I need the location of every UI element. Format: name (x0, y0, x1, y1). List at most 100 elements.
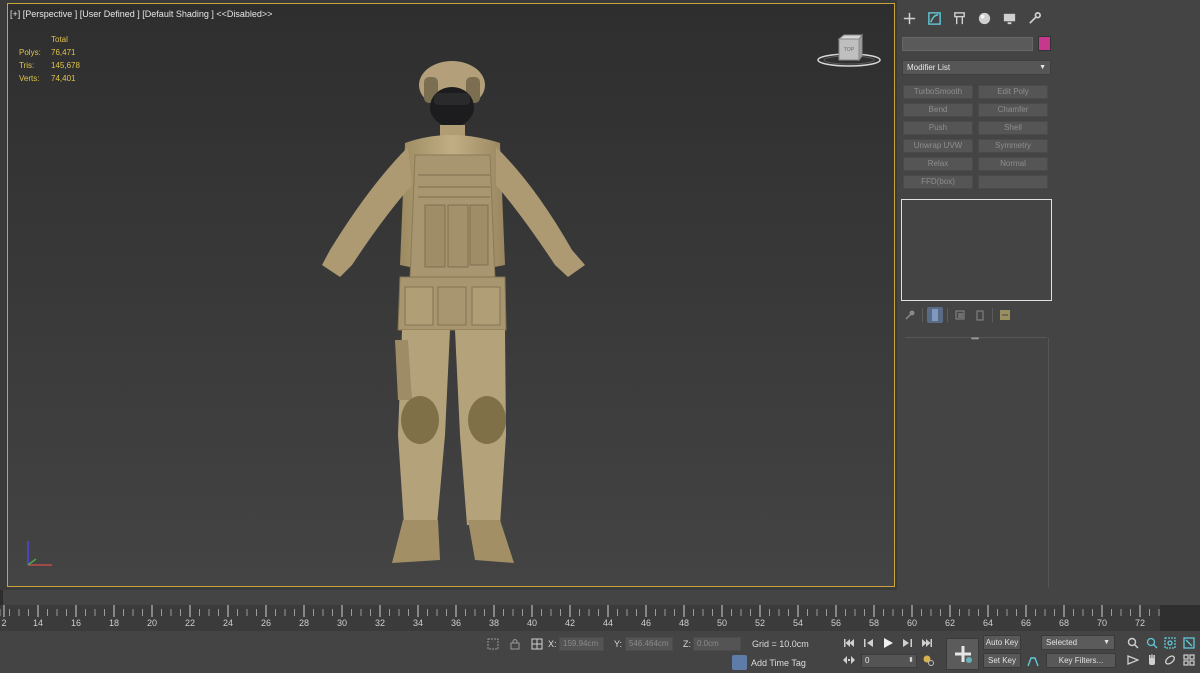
tab-create[interactable] (897, 7, 922, 29)
add-time-tag-button[interactable]: Add Time Tag (732, 655, 806, 670)
grid-size-readout: Grid = 10.0cm (752, 639, 809, 649)
zoom-extents-all-icon[interactable] (1182, 636, 1196, 650)
status-bar: X: 159.94cm Y: 546.464cm Z: 0.0cm Grid =… (0, 631, 1200, 673)
make-unique-icon[interactable] (952, 307, 968, 323)
next-frame-icon[interactable] (900, 636, 914, 650)
timeline-tick-label: 18 (108, 618, 120, 628)
time-configuration-icon[interactable] (921, 653, 935, 667)
timeline-tick-label: 58 (868, 618, 880, 628)
current-frame-field[interactable]: 0 ⬍ (861, 654, 917, 668)
axis-tripod-icon (27, 541, 52, 566)
timeline-tick-label: 28 (298, 618, 310, 628)
key-tangent-icon[interactable] (1026, 654, 1040, 668)
modifier-button-relax[interactable]: Relax (903, 157, 973, 171)
field-of-view-icon[interactable] (1126, 653, 1140, 667)
dropdown-arrow-icon: ▼ (1103, 639, 1110, 646)
timeline-tick-label: 24 (222, 618, 234, 628)
timeline-tick-label: 34 (412, 618, 424, 628)
modifier-button-edit-poly[interactable]: Edit Poly (978, 85, 1048, 99)
x-coordinate-field[interactable]: 159.94cm (559, 637, 604, 651)
modifier-button-symmetry[interactable]: Symmetry (978, 139, 1048, 153)
modifier-button-bend[interactable]: Bend (903, 103, 973, 117)
timeline-tick-label: 38 (488, 618, 500, 628)
modifier-list-dropdown[interactable]: Modifier List ▼ (902, 60, 1051, 75)
timeline-ticks (0, 605, 1160, 617)
key-mode-toggle-icon[interactable] (842, 653, 856, 667)
selection-lock-icon[interactable] (486, 637, 500, 651)
viewcube-icon[interactable]: TOP (816, 33, 882, 71)
add-time-tag-label: Add Time Tag (751, 657, 806, 668)
hierarchy-icon (954, 11, 965, 24)
modifier-button-empty[interactable] (978, 175, 1048, 189)
toolbar-divider (947, 308, 948, 322)
viewport-label-menu[interactable]: [+] [Perspective ] [User Defined ] [Defa… (10, 9, 272, 19)
zoom-icon[interactable] (1126, 636, 1140, 650)
display-icon (1003, 13, 1016, 24)
tab-modify[interactable] (922, 7, 947, 29)
z-coordinate-field[interactable]: 0.0cm (693, 637, 741, 651)
modifier-button-ffd-box[interactable]: FFD(box) (903, 175, 973, 189)
timeline-tick-label: 44 (602, 618, 614, 628)
y-coordinate-field[interactable]: 546.464cm (625, 637, 673, 651)
tab-motion[interactable] (972, 7, 997, 29)
timeline-tick-label: 52 (754, 618, 766, 628)
modifier-button-push[interactable]: Push (903, 121, 973, 135)
timeline-tick-label: 2 (1, 618, 7, 628)
tab-utilities[interactable] (1022, 7, 1047, 29)
rollout-divider[interactable]: •••• (905, 334, 1047, 343)
timeline-tick-label: 60 (906, 618, 918, 628)
play-icon[interactable] (881, 636, 895, 650)
tab-display[interactable] (997, 7, 1022, 29)
timeline-tick-label: 66 (1020, 618, 1032, 628)
motion-icon (978, 12, 991, 24)
maximize-viewport-icon[interactable] (1182, 653, 1196, 667)
modifier-stack[interactable] (901, 199, 1052, 301)
modifier-button-chamfer[interactable]: Chamfer (978, 103, 1048, 117)
timeline-tick-labels: 2 14 16 18 20 22 24 26 28 30 32 34 36 38 40 42 44 46 48 50 5… (0, 618, 1200, 630)
toolbar-divider (922, 308, 923, 322)
timeline-tick-label: 36 (450, 618, 462, 628)
modifier-button-turbosmooth[interactable]: TurboSmooth (903, 85, 973, 99)
timeline-tick-label: 20 (146, 618, 158, 628)
zoom-extents-icon[interactable] (1163, 636, 1177, 650)
timeline-end-cap (1160, 605, 1200, 631)
timeline-tick-label: 68 (1058, 618, 1070, 628)
orbit-icon[interactable] (1163, 653, 1177, 667)
timeline-tick-label: 42 (564, 618, 576, 628)
modify-icon (928, 11, 941, 25)
modifier-button-unwrap-uvw[interactable]: Unwrap UVW (903, 139, 973, 153)
key-filters-button[interactable]: Key Filters... (1046, 653, 1116, 668)
remove-modifier-icon[interactable] (972, 307, 988, 323)
auto-key-button[interactable]: Auto Key (983, 635, 1021, 650)
lock-icon[interactable] (508, 637, 522, 651)
modifier-button-normal[interactable]: Normal (978, 157, 1048, 171)
go-to-start-icon[interactable] (842, 636, 856, 650)
dropdown-arrow-icon: ▼ (1039, 64, 1046, 71)
timeline-tick-label: 14 (32, 618, 44, 628)
object-name-field[interactable] (902, 37, 1033, 51)
stats-header: Total (51, 35, 68, 44)
object-color-swatch[interactable] (1038, 36, 1051, 51)
timeline-tick-label: 32 (374, 618, 386, 628)
pan-hand-icon[interactable] (1145, 653, 1159, 667)
soldier-model[interactable] (300, 55, 600, 575)
set-key-big-button[interactable] (946, 638, 979, 670)
previous-frame-icon[interactable] (862, 636, 876, 650)
absolute-mode-icon[interactable] (530, 637, 544, 651)
timeline-tick-label: 26 (260, 618, 272, 628)
modifier-button-shell[interactable]: Shell (978, 121, 1048, 135)
set-key-button[interactable]: Set Key (983, 653, 1021, 668)
command-panel-scrollbar[interactable] (1048, 338, 1049, 588)
timeline-tick-label: 16 (70, 618, 82, 628)
zoom-all-icon[interactable] (1145, 636, 1159, 650)
configure-modifier-sets-icon[interactable] (997, 307, 1013, 323)
go-to-end-icon[interactable] (920, 636, 934, 650)
show-end-result-icon[interactable] (927, 307, 943, 323)
pin-stack-icon[interactable] (902, 307, 918, 323)
timeline-track-bar[interactable]: 2 14 16 18 20 22 24 26 28 30 32 34 36 38 40 42 44 46 48 50 5… (0, 605, 1200, 631)
key-selection-dropdown[interactable]: Selected ▼ (1041, 635, 1115, 650)
timeline-tick-label: 72 (1134, 618, 1146, 628)
tab-hierarchy[interactable] (947, 7, 972, 29)
toolbar-divider (992, 308, 993, 322)
spinner-icon[interactable]: ⬍ (908, 655, 914, 667)
